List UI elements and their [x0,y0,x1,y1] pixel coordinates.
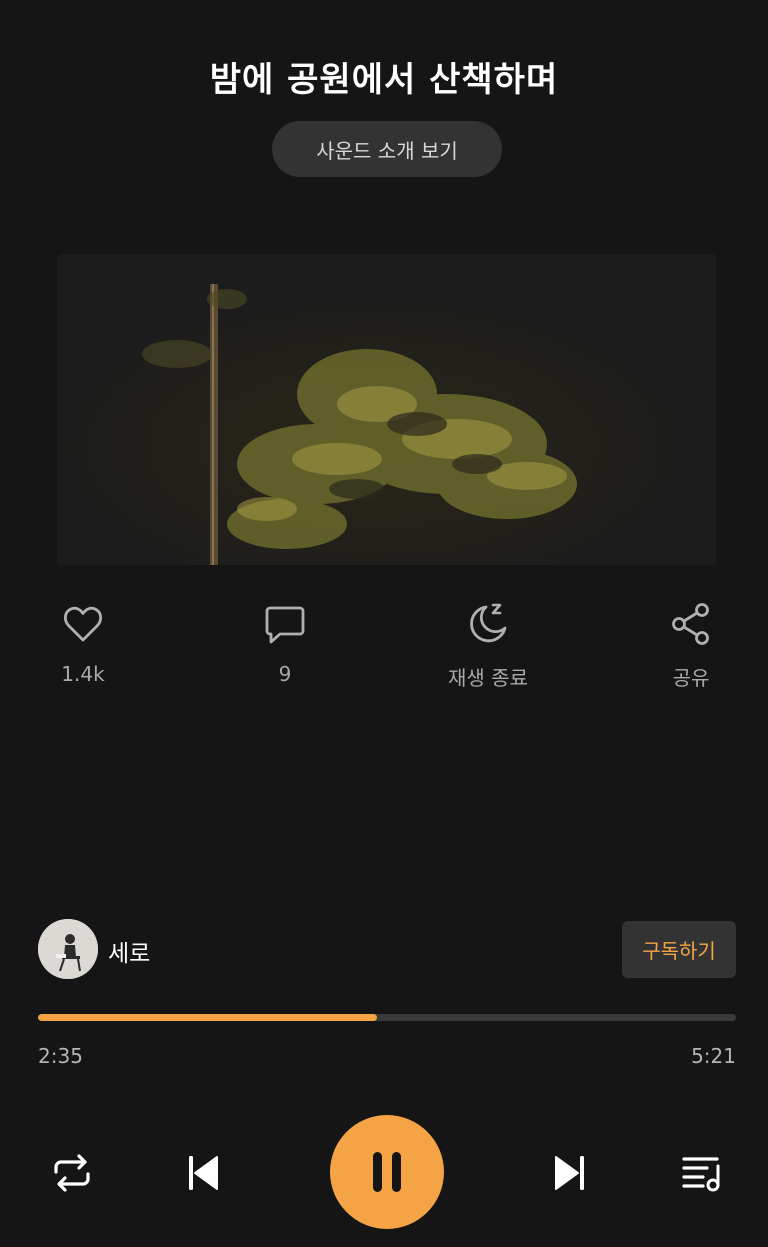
repeat-button[interactable] [45,1146,99,1200]
pause-button[interactable] [330,1115,444,1229]
action-bar: 1.4k 9 재생 종료 공유 [0,600,768,700]
progress-bar[interactable] [38,1014,736,1021]
player-controls [0,1115,768,1229]
total-time: 5:21 [691,1044,736,1068]
heart-icon [63,606,103,642]
comment-icon [265,606,305,644]
like-count: 1.4k [61,662,105,686]
previous-button[interactable] [176,1146,230,1200]
night-park-tree-image [57,254,716,565]
like-action[interactable]: 1.4k [23,600,143,686]
album-cover [57,254,716,565]
subscribe-button[interactable]: 구독하기 [622,921,736,978]
sleep-timer-label: 재생 종료 [448,666,528,690]
current-time: 2:35 [38,1044,83,1068]
playlist-button[interactable] [675,1146,729,1200]
skip-previous-icon [189,1156,218,1190]
artist-row: 세로 구독하기 [38,918,736,980]
artist-avatar[interactable] [38,919,98,979]
avatar-image [38,919,98,979]
share-label: 공유 [672,666,710,690]
artist-name[interactable]: 세로 [108,934,150,968]
playlist-icon [682,1157,720,1192]
progress-fill [38,1014,377,1021]
sleep-timer-icon [470,603,507,643]
next-button[interactable] [543,1146,597,1200]
comment-count: 9 [278,662,292,686]
share-action[interactable]: 공유 [631,600,751,691]
page-title: 밤에 공원에서 산책하며 [209,60,559,100]
pause-icon [373,1152,401,1192]
comment-action[interactable]: 9 [225,600,345,686]
share-icon [672,603,709,645]
sleep-timer-action[interactable]: 재생 종료 [428,600,548,691]
repeat-icon [54,1154,90,1192]
skip-next-icon [555,1156,584,1190]
sound-intro-button[interactable]: 사운드 소개 보기 [272,121,502,177]
